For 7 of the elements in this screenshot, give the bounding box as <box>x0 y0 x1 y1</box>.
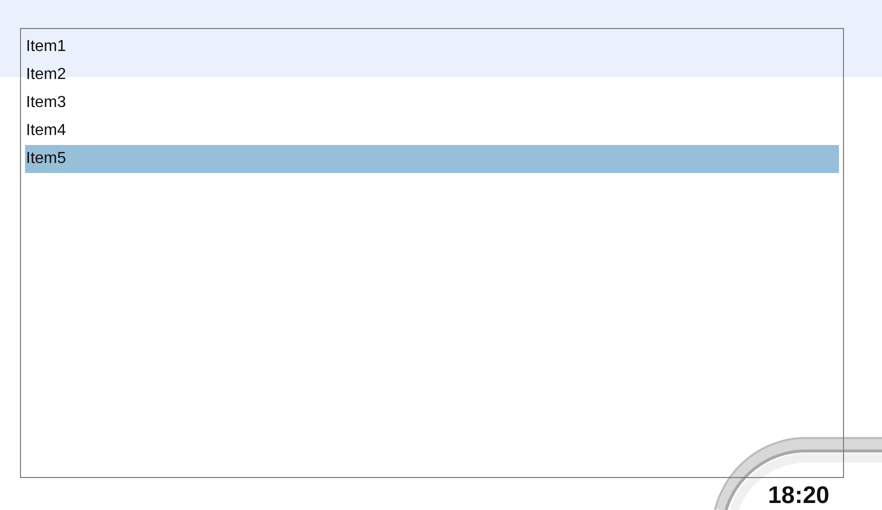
list-item[interactable]: Item5 <box>25 145 839 173</box>
list-item[interactable]: Item2 <box>25 61 839 89</box>
list-item[interactable]: Item3 <box>25 89 839 117</box>
list-item[interactable]: Item4 <box>25 117 839 145</box>
list-item[interactable]: Item1 <box>25 33 839 61</box>
clock-time: 18:20 <box>768 484 830 508</box>
list-box[interactable]: Item1 Item2 Item3 Item4 Item5 <box>20 28 844 478</box>
